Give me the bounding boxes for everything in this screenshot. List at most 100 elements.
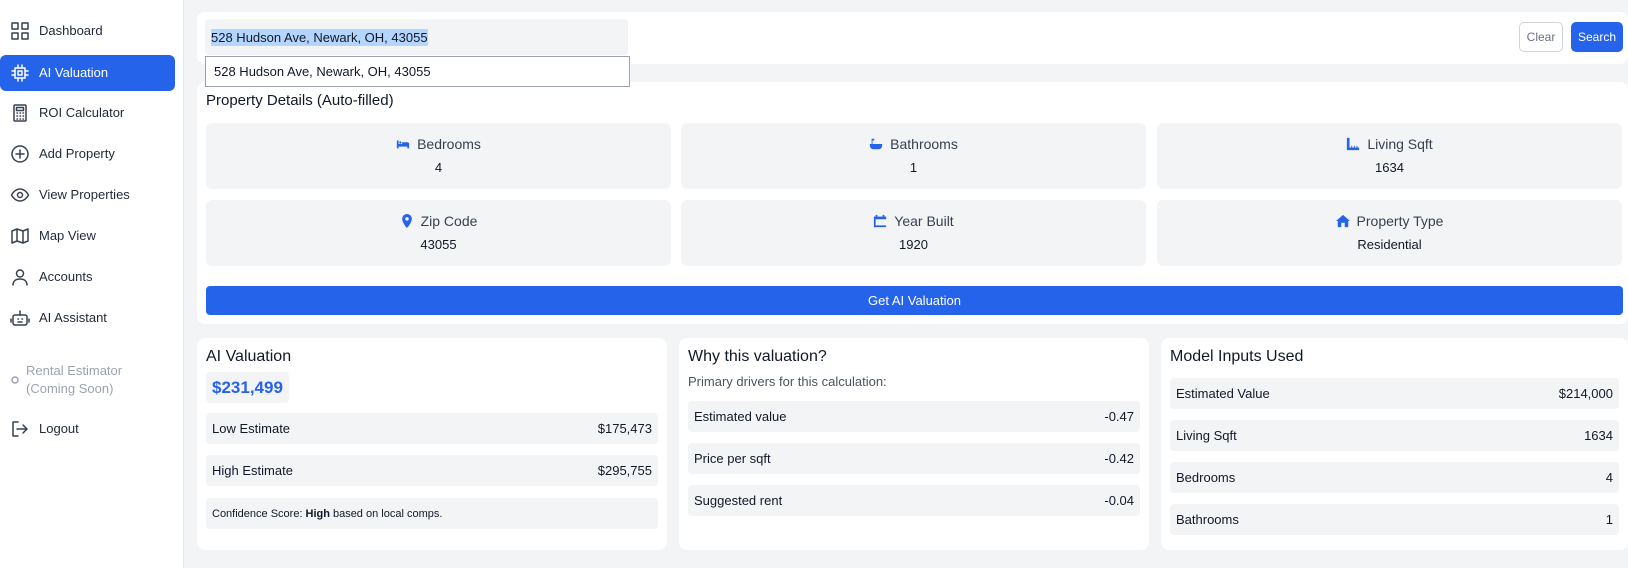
ai-valuation-amount: $231,499 xyxy=(206,372,289,403)
row-label: Price per sqft xyxy=(694,451,771,466)
detail-tile-year-built: Year Built 1920 xyxy=(681,200,1146,266)
sidebar-item-label: AI Assistant xyxy=(39,310,107,325)
model-inputs-panel: Model Inputs Used Estimated Value $214,0… xyxy=(1161,338,1628,550)
sidebar-item-label: View Properties xyxy=(39,187,130,202)
sidebar-item-label: Dashboard xyxy=(39,23,103,38)
clear-button[interactable]: Clear xyxy=(1519,22,1563,52)
sidebar-item-roi-calculator[interactable]: ROI Calculator xyxy=(0,95,175,131)
sidebar-item-label: Map View xyxy=(39,228,96,243)
sidebar-item-label: Accounts xyxy=(39,269,93,284)
detail-tile-bedrooms: Bedrooms 4 xyxy=(206,123,671,189)
confidence-suffix: based on local comps. xyxy=(332,507,443,520)
detail-label: Bedrooms xyxy=(417,136,481,152)
row-label: High Estimate xyxy=(212,463,293,478)
row-value: $295,755 xyxy=(597,463,652,478)
detail-tile-bathrooms: Bathrooms 1 xyxy=(681,123,1146,189)
sidebar-item-logout[interactable]: Logout xyxy=(0,411,175,447)
row-label: Suggested rent xyxy=(694,493,783,508)
row-label: Estimated value xyxy=(694,409,787,424)
chip-icon xyxy=(10,63,30,83)
user-icon xyxy=(10,267,30,287)
low-estimate-row: Low Estimate $175,473 xyxy=(206,413,658,444)
row-label: Bathrooms xyxy=(1176,512,1239,527)
input-row: Living Sqft 1634 xyxy=(1170,420,1619,451)
ai-valuation-title: AI Valuation xyxy=(206,348,292,365)
robot-icon xyxy=(10,308,30,328)
input-row: Estimated Value $214,000 xyxy=(1170,378,1619,409)
calculator-icon xyxy=(10,103,30,123)
address-search-input[interactable]: 528 Hudson Ave, Newark, OH, 43055 xyxy=(205,19,628,55)
detail-tile-zip-code: Zip Code 43055 xyxy=(206,200,671,266)
row-value: 4 xyxy=(1605,470,1613,485)
property-details-card: Property Details (Auto-filled) Bedrooms … xyxy=(197,82,1628,324)
driver-row: Suggested rent -0.04 xyxy=(688,485,1140,516)
detail-label: Property Type xyxy=(1356,213,1444,229)
bed-icon xyxy=(396,140,410,149)
sidebar-item-accounts[interactable]: Accounts xyxy=(0,259,175,295)
row-value: $175,473 xyxy=(597,421,652,436)
address-suggestion[interactable]: 528 Hudson Ave, Newark, OH, 43055 xyxy=(205,56,630,87)
row-value: 1 xyxy=(1605,512,1613,527)
sidebar-item-ai-valuation[interactable]: AI Valuation xyxy=(0,55,175,91)
detail-label: Bathrooms xyxy=(890,136,958,152)
bath-icon xyxy=(870,138,883,150)
row-value: -0.04 xyxy=(1104,493,1134,508)
row-value: 1634 xyxy=(1584,428,1613,443)
model-inputs-title: Model Inputs Used xyxy=(1170,348,1304,365)
input-row: Bathrooms 1 xyxy=(1170,504,1619,535)
detail-value: 1 xyxy=(909,160,918,175)
property-details-title: Property Details (Auto-filled) xyxy=(206,92,394,109)
sidebar-item-label: Rental Estimator (Coming Soon) xyxy=(26,362,122,398)
confidence-level: High xyxy=(305,507,330,520)
home-icon xyxy=(1335,214,1350,228)
grid-icon xyxy=(10,21,30,41)
search-button[interactable]: Search xyxy=(1571,22,1623,52)
row-value: $214,000 xyxy=(1558,386,1613,401)
row-value: -0.47 xyxy=(1104,409,1134,424)
get-ai-valuation-button[interactable]: Get AI Valuation xyxy=(206,286,1623,315)
sidebar-item-dashboard[interactable]: Dashboard xyxy=(0,13,175,49)
sidebar: Dashboard AI Valuation ROI Calculator Ad… xyxy=(0,0,184,568)
row-label: Living Sqft xyxy=(1176,428,1237,443)
detail-value: 43055 xyxy=(420,237,457,252)
sidebar-item-label: ROI Calculator xyxy=(39,105,125,120)
detail-value: 1634 xyxy=(1375,160,1404,175)
sidebar-item-view-properties[interactable]: View Properties xyxy=(0,177,175,213)
detail-tile-living-sqft: Living Sqft 1634 xyxy=(1157,123,1622,189)
row-label: Estimated Value xyxy=(1176,386,1270,401)
ruler-icon xyxy=(1347,137,1360,151)
sidebar-item-add-property[interactable]: Add Property xyxy=(0,136,175,172)
detail-label: Zip Code xyxy=(420,213,478,229)
driver-row: Price per sqft -0.42 xyxy=(688,443,1140,474)
detail-label: Year Built xyxy=(894,213,954,229)
confidence-prefix: Confidence Score: xyxy=(212,507,303,520)
pin-icon xyxy=(401,214,412,228)
logout-icon xyxy=(10,419,30,439)
why-valuation-panel: Why this valuation? Primary drivers for … xyxy=(679,338,1149,550)
detail-tile-property-type: Property Type Residential xyxy=(1157,200,1622,266)
map-icon xyxy=(10,226,30,246)
sidebar-item-rental-estimator: Rental Estimator (Coming Soon) xyxy=(0,360,175,400)
calendar-icon xyxy=(874,214,887,228)
sidebar-item-label: AI Valuation xyxy=(39,65,109,80)
row-label: Bedrooms xyxy=(1176,470,1236,485)
detail-value: 4 xyxy=(434,160,443,175)
detail-value: Residential xyxy=(1357,237,1422,252)
sidebar-item-label-line2: (Coming Soon) xyxy=(26,381,114,396)
eye-icon xyxy=(10,185,30,205)
why-valuation-subtitle: Primary drivers for this calculation: xyxy=(688,374,887,389)
sidebar-item-map-view[interactable]: Map View xyxy=(0,218,175,254)
confidence-score: Confidence Score: High based on local co… xyxy=(206,498,658,529)
address-search-value: 528 Hudson Ave, Newark, OH, 43055 xyxy=(211,28,428,46)
sidebar-item-ai-assistant[interactable]: AI Assistant xyxy=(0,300,175,336)
why-valuation-title: Why this valuation? xyxy=(688,348,827,365)
row-label: Low Estimate xyxy=(212,421,291,436)
row-value: -0.42 xyxy=(1104,451,1134,466)
driver-row: Estimated value -0.47 xyxy=(688,401,1140,432)
sidebar-item-label: Logout xyxy=(39,421,79,436)
sidebar-item-label-line1: Rental Estimator xyxy=(26,363,123,378)
sidebar-item-label: Add Property xyxy=(39,146,115,161)
detail-label: Living Sqft xyxy=(1367,136,1433,152)
detail-value: 1920 xyxy=(899,237,928,252)
ai-valuation-panel: AI Valuation $231,499 Low Estimate $175,… xyxy=(197,338,667,550)
